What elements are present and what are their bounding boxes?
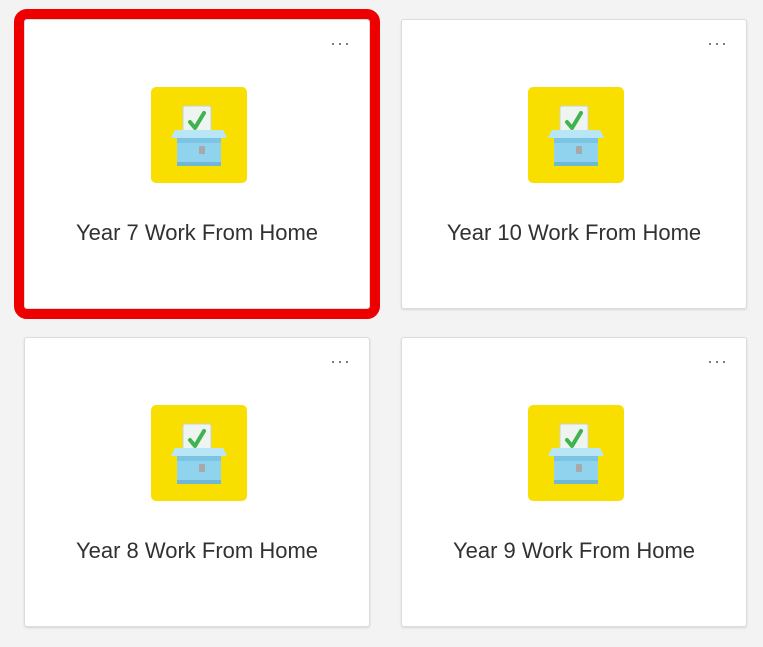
form-tile — [151, 87, 247, 183]
ballot-box-icon — [548, 105, 604, 166]
more-options-icon[interactable] — [706, 36, 728, 52]
form-tile — [528, 87, 624, 183]
form-card-year-8[interactable]: Year 8 Work From Home — [24, 337, 370, 627]
form-card-year-10[interactable]: Year 10 Work From Home — [401, 19, 747, 309]
form-title: Year 8 Work From Home — [75, 538, 319, 563]
form-card-year-7[interactable]: Year 7 Work From Home — [14, 9, 380, 319]
form-title: Year 9 Work From Home — [452, 538, 696, 563]
form-title: Year 7 Work From Home — [75, 220, 319, 245]
form-grid: Year 7 Work From Home Year 10 Work From … — [0, 0, 763, 647]
form-title: Year 10 Work From Home — [446, 220, 702, 245]
form-card-year-9[interactable]: Year 9 Work From Home — [401, 337, 747, 627]
ballot-box-icon — [171, 105, 227, 166]
form-tile — [528, 405, 624, 501]
more-options-icon[interactable] — [329, 354, 351, 370]
form-tile — [151, 405, 247, 501]
more-options-icon[interactable] — [329, 36, 351, 52]
ballot-box-icon — [171, 423, 227, 484]
more-options-icon[interactable] — [706, 354, 728, 370]
ballot-box-icon — [548, 423, 604, 484]
